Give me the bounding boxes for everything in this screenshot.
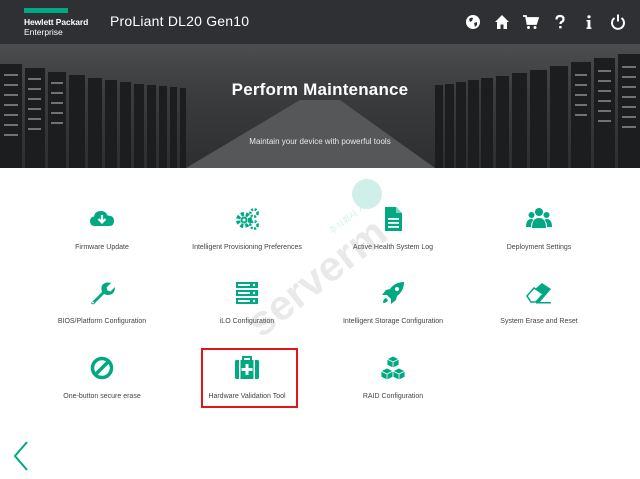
tile-label: Intelligent Storage Configuration	[342, 318, 443, 325]
globe-icon[interactable]	[465, 14, 481, 30]
product-title: ProLiant DL20 Gen10	[110, 13, 250, 29]
tile-bios-platform-configuration[interactable]: BIOS/Platform Configuration	[27, 280, 177, 340]
top-bar: Hewlett Packard Enterprise ProLiant DL20…	[0, 0, 640, 44]
help-icon[interactable]	[552, 14, 568, 30]
tile-label: BIOS/Platform Configuration	[57, 318, 147, 325]
cloud-download-icon	[89, 206, 115, 232]
users-icon	[526, 206, 552, 232]
page-title: Perform Maintenance	[231, 80, 409, 99]
rocket-icon	[380, 280, 406, 306]
tile-ilo-configuration[interactable]: iLO Configuration	[172, 280, 322, 340]
ban-icon	[89, 355, 115, 381]
hpe-logo: Hewlett Packard Enterprise	[24, 8, 102, 38]
gears-icon	[234, 206, 260, 232]
tile-raid-configuration[interactable]: RAID Configuration	[318, 355, 468, 415]
tile-label: System Erase and Reset	[500, 318, 578, 325]
info-icon[interactable]	[581, 14, 597, 30]
tile-label: Firmware Update	[75, 244, 129, 251]
tile-intelligent-provisioning-preferences[interactable]: Intelligent Provisioning Preferences	[172, 206, 322, 266]
back-arrow-icon[interactable]	[12, 440, 30, 472]
tile-label: Deployment Settings	[506, 244, 572, 251]
page-subtitle: Maintain your device with powerful tools	[249, 137, 391, 146]
document-icon	[380, 206, 406, 232]
datacenter-background	[0, 54, 640, 168]
power-icon[interactable]	[610, 14, 626, 30]
cubes-icon	[380, 355, 406, 381]
highlight-box	[201, 348, 298, 408]
tile-intelligent-storage-configuration[interactable]: Intelligent Storage Configuration	[318, 280, 468, 340]
tile-firmware-update[interactable]: Firmware Update	[27, 206, 177, 266]
tile-label: iLO Configuration	[219, 318, 275, 325]
hpe-logo-bar	[24, 8, 68, 13]
tile-label: Intelligent Provisioning Preferences	[192, 244, 302, 251]
wrench-icon	[89, 280, 115, 306]
tile-one-button-secure-erase[interactable]: One-button secure erase	[27, 355, 177, 415]
tile-label: Active Health System Log	[352, 244, 434, 251]
tile-label: One-button secure erase	[63, 393, 141, 400]
logo-line2: Enterprise	[24, 27, 63, 37]
tile-label: RAID Configuration	[362, 393, 424, 400]
top-icons	[465, 12, 626, 32]
tile-deployment-settings[interactable]: Deployment Settings	[464, 206, 614, 266]
home-icon[interactable]	[494, 14, 510, 30]
eraser-icon	[526, 280, 552, 306]
logo-line1: Hewlett Packard	[24, 17, 89, 27]
hero-banner: Perform Maintenance Maintain your device…	[0, 44, 640, 168]
cart-icon[interactable]	[523, 14, 539, 30]
server-icon	[234, 280, 260, 306]
tile-active-health-system-log[interactable]: Active Health System Log	[318, 206, 468, 266]
tile-system-erase-and-reset[interactable]: System Erase and Reset	[464, 280, 614, 340]
